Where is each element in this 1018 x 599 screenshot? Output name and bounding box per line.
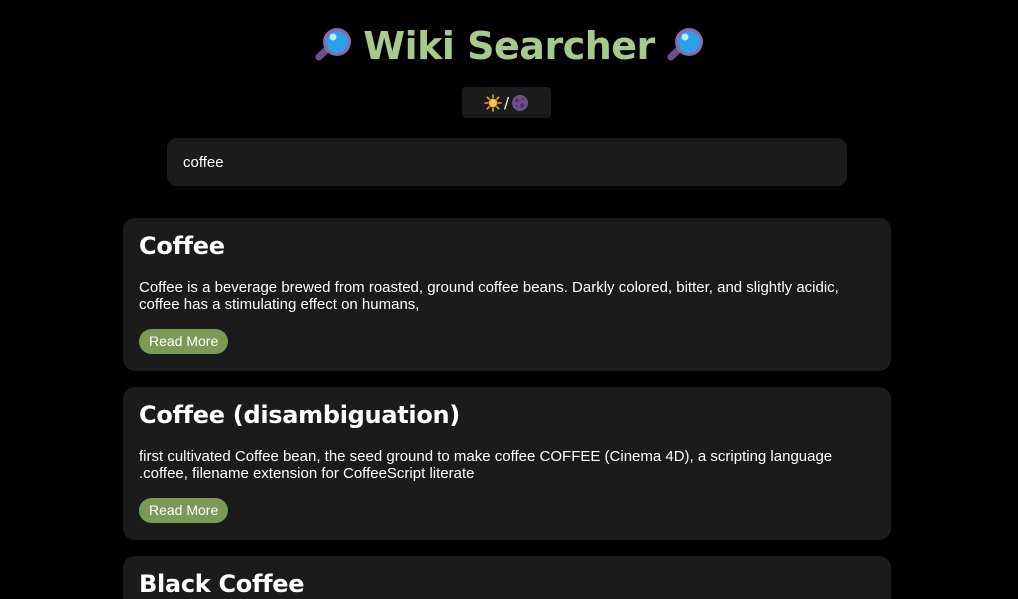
header: Wiki Searcher (0, 20, 1018, 72)
result-snippet: first cultivated Coffee bean, the seed g… (139, 448, 833, 482)
moon-icon (512, 94, 529, 111)
result-title[interactable]: Coffee (disambiguation) (139, 401, 460, 429)
result-card: Coffee Coffee is a beverage brewed from … (123, 218, 891, 371)
magnifying-glass-icon (667, 28, 703, 61)
read-more-button[interactable]: Read More (139, 329, 229, 354)
magnifying-glass-icon (315, 28, 352, 61)
page-title: Wiki Searcher (363, 24, 655, 68)
read-more-button[interactable]: Read More (139, 498, 229, 523)
page: Wiki Searcher / coffee Coffee Coffee is … (0, 0, 1018, 599)
result-card: Black Coffee (123, 556, 891, 599)
search-input[interactable] (167, 138, 847, 186)
theme-toggle-button[interactable]: / (462, 87, 551, 118)
result-title[interactable]: Black Coffee (139, 570, 305, 598)
toggle-separator: / (503, 93, 510, 112)
search-box (167, 138, 847, 186)
result-title[interactable]: Coffee (139, 232, 225, 260)
result-card: Coffee (disambiguation) first cultivated… (123, 387, 891, 540)
sun-icon (484, 93, 502, 112)
result-snippet: Coffee is a beverage brewed from roasted… (139, 279, 839, 313)
